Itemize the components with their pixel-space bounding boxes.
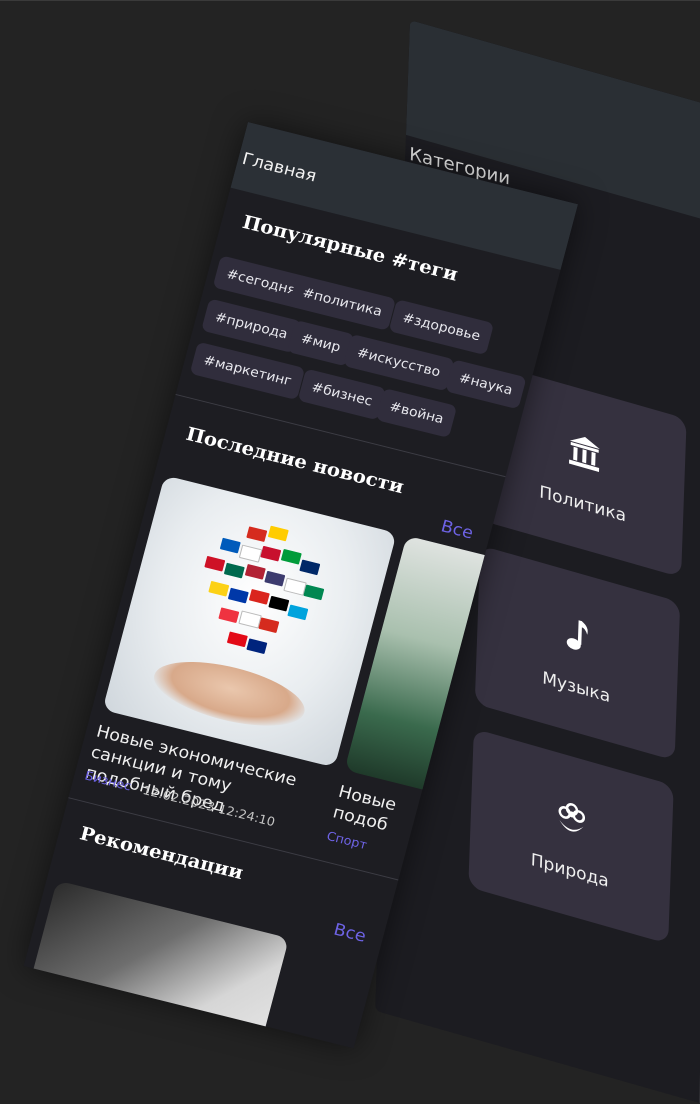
category-label: Музыка [541,668,611,708]
category-card-music[interactable]: Музыка [474,545,681,761]
flag [219,537,241,554]
recommendations-all-link[interactable]: Все [332,920,368,947]
flag [246,638,268,655]
flag [299,559,321,576]
bank-icon [567,430,602,479]
flag [264,570,286,587]
flag [244,563,266,580]
category-label: Политика [539,482,627,527]
news-category[interactable]: Спорт [325,828,369,852]
flag [280,548,302,565]
flag [248,588,270,605]
tag-chip[interactable]: #война [375,387,458,439]
news-image-flags [102,475,397,768]
flag [226,631,248,648]
latest-news-title: Последние новости [183,423,407,499]
top-border [0,0,700,1]
flag [204,555,226,572]
tag-chip[interactable]: #наука [445,359,527,410]
category-card-nature[interactable]: Природа [468,728,674,944]
flag [303,584,325,601]
main-title: Главная [240,149,319,187]
flag [267,525,289,542]
flag [208,580,230,597]
hand-image [147,649,312,739]
flag [287,604,309,621]
tag-chip[interactable]: #бизнес [297,368,387,421]
flag [238,544,263,563]
flag [258,617,280,634]
flag [223,562,245,579]
flag [260,545,282,562]
latest-news-all-link[interactable]: Все [439,517,475,544]
flag [227,587,249,604]
tag-chip[interactable]: #природа [201,298,302,354]
news-meta: Спорт [325,828,369,852]
recommendation-image[interactable] [23,880,290,1049]
category-label: Природа [530,849,610,892]
flower-icon [555,797,588,844]
music-note-icon [564,615,591,660]
flag [218,607,240,624]
flag [246,526,268,543]
flag [268,595,290,612]
recommendations-title: Рекомендации [77,822,246,885]
